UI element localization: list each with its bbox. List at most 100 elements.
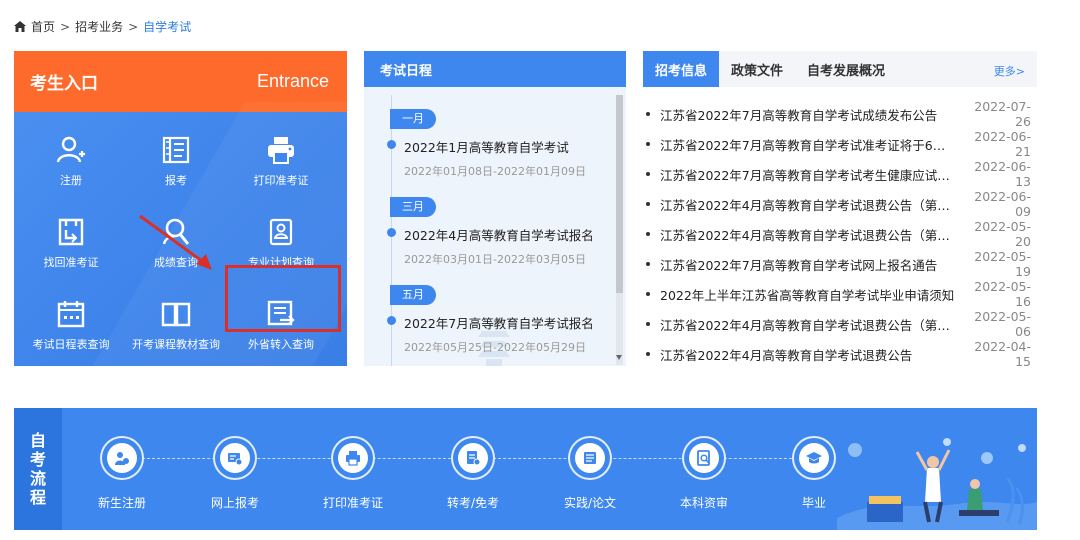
entrance-item-apply[interactable]: 报考 <box>121 134 231 188</box>
process-step-online-apply[interactable]: 网上报考 <box>185 436 285 511</box>
list-item[interactable]: 江苏省2022年4月高等教育自学考试退费公告（第三... 2022-05-20 <box>643 219 1037 249</box>
process-step-label: 毕业 <box>801 496 826 510</box>
process-step-transfer-exempt[interactable]: 转考/免考 <box>423 436 523 511</box>
process-step-label: 打印准考证 <box>322 496 383 510</box>
news-title[interactable]: 江苏省2022年4月高等教育自学考试退费公告 <box>660 345 955 364</box>
bullet-icon <box>646 112 650 116</box>
review-icon <box>697 450 710 466</box>
schedule-entry-title[interactable]: 2022年4月高等教育自学考试报名 <box>404 225 594 244</box>
process-step-register[interactable]: 新生注册 <box>72 436 172 511</box>
news-more-link[interactable]: 更多> <box>994 63 1025 79</box>
news-panel: 招考信息 政策文件 自考发展概况 更多> 江苏省2022年7月高等教育自学考试成… <box>643 51 1037 369</box>
breadcrumb: 首页 > 招考业务 > 自学考试 <box>14 18 191 35</box>
process-step-circle <box>213 436 257 480</box>
list-item[interactable]: 江苏省2022年4月高等教育自学考试退费公告（第四... 2022-06-09 <box>643 189 1037 219</box>
schedule-month-tag: 一月 <box>390 109 436 129</box>
annotation-arrow-icon <box>139 214 212 270</box>
news-date: 2022-05-19 <box>974 249 1031 279</box>
scrollbar-thumb[interactable] <box>616 95 623 293</box>
process-label-char: 程 <box>29 488 46 507</box>
list-item[interactable]: 江苏省2022年7月高等教育自学考试成绩发布公告 2022-07-26 <box>643 99 1037 129</box>
process-step-circle <box>568 436 612 480</box>
process-step-circle <box>682 436 726 480</box>
online-apply-icon <box>228 453 243 466</box>
news-date: 2022-05-06 <box>974 309 1031 339</box>
entrance-item-label: 开考课程教材查询 <box>132 338 220 351</box>
tab-policy-files[interactable]: 政策文件 <box>719 51 795 87</box>
tab-development-overview[interactable]: 自考发展概况 <box>795 51 897 87</box>
bullet-icon <box>646 232 650 236</box>
entrance-item-recover-card[interactable]: 找回准考证 <box>16 216 126 270</box>
news-title[interactable]: 江苏省2022年4月高等教育自学考试退费公告（第三... <box>660 225 955 244</box>
process-label: 自 考 流 程 <box>14 408 62 530</box>
entrance-item-schedule-query[interactable]: 考试日程表查询 <box>16 298 126 352</box>
entrance-title-en: Entrance <box>256 71 329 91</box>
news-title[interactable]: 江苏省2022年4月高等教育自学考试退费公告（第二... <box>660 315 955 334</box>
transfer-exempt-icon <box>467 451 481 466</box>
scroll-down-icon[interactable] <box>616 355 622 360</box>
news-date: 2022-05-16 <box>974 279 1031 309</box>
id-card-icon <box>269 218 293 246</box>
schedule-entry-title[interactable]: 2022年1月高等教育自学考试 <box>404 137 569 156</box>
process-step-circle <box>451 436 495 480</box>
entrance-item-major-plan-query[interactable]: 专业计划查询 <box>226 216 336 270</box>
news-title[interactable]: 2022年上半年江苏省高等教育自学考试毕业申请须知 <box>660 285 955 304</box>
schedule-entry-date: 2022年03月01日-2022年03月05日 <box>404 253 586 266</box>
list-item[interactable]: 江苏省2022年4月高等教育自学考试退费公告 2022-04-15 <box>643 339 1037 369</box>
process-step-print-card[interactable]: 打印准考证 <box>303 436 403 511</box>
news-title[interactable]: 江苏省2022年7月高等教育自学考试网上报名通告 <box>660 255 955 274</box>
practice-thesis-icon <box>584 452 596 464</box>
entrance-item-course-book-query[interactable]: 开考课程教材查询 <box>121 298 231 352</box>
process-step-label: 本科资审 <box>679 496 728 510</box>
recover-card-icon <box>58 218 84 246</box>
schedule-month-tag: 五月 <box>390 285 436 305</box>
news-title[interactable]: 江苏省2022年7月高等教育自学考试准考证将于6月2... <box>660 135 955 154</box>
entrance-item-register[interactable]: 注册 <box>16 134 126 188</box>
breadcrumb-home[interactable]: 首页 <box>31 18 55 35</box>
timeline-dot <box>387 140 396 149</box>
schedule-panel: 考试日程 一月 2022年1月高等教育自学考试 2022年01月08日-2022… <box>364 51 626 366</box>
timeline-dot <box>387 228 396 237</box>
news-title[interactable]: 江苏省2022年7月高等教育自学考试考生健康应试须知 <box>660 165 955 184</box>
news-date: 2022-06-13 <box>974 159 1031 189</box>
process-label-char: 自 <box>29 431 46 450</box>
schedule-entry-title[interactable]: 2022年7月高等教育自学考试报名 <box>404 313 594 332</box>
entrance-item-label: 考试日程表查询 <box>32 338 110 351</box>
print-card-icon <box>346 451 360 466</box>
process-step-practice-thesis[interactable]: 实践/论文 <box>540 436 640 511</box>
process-step-circle <box>792 436 836 480</box>
list-item[interactable]: 江苏省2022年7月高等教育自学考试网上报名通告 2022-05-19 <box>643 249 1037 279</box>
schedule-entry-date: 2022年01月08日-2022年01月09日 <box>404 165 586 178</box>
process-step-circle <box>100 436 144 480</box>
form-list-icon <box>162 136 190 164</box>
schedule-scrollbar[interactable] <box>616 95 623 365</box>
entrance-item-label: 打印准考证 <box>253 174 309 187</box>
process-label-char: 流 <box>29 469 46 488</box>
bullet-icon <box>646 262 650 266</box>
list-item[interactable]: 2022年上半年江苏省高等教育自学考试毕业申请须知 2022-05-16 <box>643 279 1037 309</box>
tab-zhaokao-info[interactable]: 招考信息 <box>643 51 720 87</box>
graduation-cap-icon <box>806 452 822 464</box>
entrance-grid: 注册 报考 打印准考证 找回准考证 成绩查询 专业计划查询 考试日程表查询 开考… <box>14 112 347 366</box>
bullet-icon <box>646 292 650 296</box>
bullet-icon <box>646 322 650 326</box>
user-add-icon <box>56 136 85 163</box>
home-icon[interactable] <box>14 21 26 32</box>
calendar-icon <box>57 301 85 328</box>
list-item[interactable]: 江苏省2022年7月高等教育自学考试考生健康应试须知 2022-06-13 <box>643 159 1037 189</box>
breadcrumb-item-zhaokao[interactable]: 招考业务 <box>75 18 123 35</box>
schedule-month-tag: 三月 <box>390 197 436 217</box>
schedule-list: 一月 2022年1月高等教育自学考试 2022年01月08日-2022年01月0… <box>364 87 626 366</box>
entrance-item-print-card[interactable]: 打印准考证 <box>226 134 336 188</box>
process-step-review[interactable]: 本科资审 <box>654 436 754 511</box>
news-title[interactable]: 江苏省2022年4月高等教育自学考试退费公告（第四... <box>660 195 955 214</box>
students-illustration-icon <box>837 438 1037 530</box>
process-step-label: 新生注册 <box>97 496 146 510</box>
list-item[interactable]: 江苏省2022年7月高等教育自学考试准考证将于6月2... 2022-06-21 <box>643 129 1037 159</box>
process-step-label: 转考/免考 <box>446 496 500 510</box>
list-item[interactable]: 江苏省2022年4月高等教育自学考试退费公告（第二... 2022-05-06 <box>643 309 1037 339</box>
process-label-char: 考 <box>29 450 46 469</box>
printer-icon <box>268 137 294 164</box>
process-step-circle <box>331 436 375 480</box>
news-title[interactable]: 江苏省2022年7月高等教育自学考试成绩发布公告 <box>660 105 955 124</box>
